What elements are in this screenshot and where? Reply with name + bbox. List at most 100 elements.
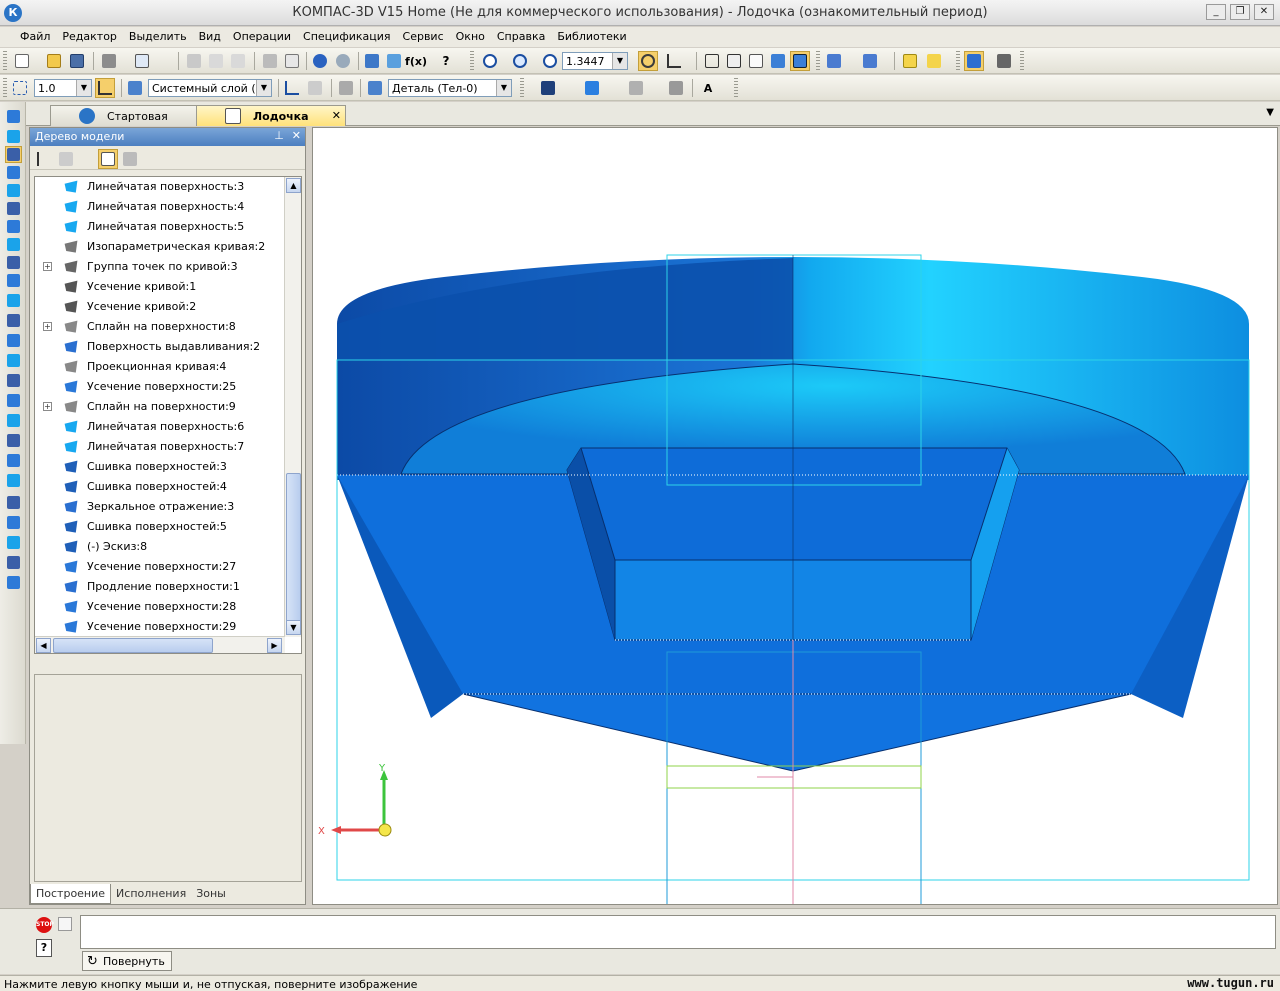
orientation-button[interactable] (664, 51, 684, 71)
menu-item[interactable]: Выделить (123, 27, 193, 47)
variables-button[interactable] (282, 51, 302, 71)
part-field[interactable]: Деталь (Тел-0) ▼ (388, 79, 512, 97)
expand-icon[interactable]: + (43, 262, 52, 271)
restore-button[interactable]: ❐ (1230, 4, 1250, 20)
auto-create-icon[interactable] (58, 917, 72, 931)
scroll-thumb[interactable] (286, 473, 301, 623)
open-document-button[interactable] (44, 51, 64, 71)
patch-button[interactable] (5, 412, 22, 429)
hidden-lines-button[interactable] (724, 51, 744, 71)
chevron-down-icon[interactable]: ▼ (612, 53, 627, 69)
zoom-in-button[interactable] (540, 51, 560, 71)
cube-view-button[interactable] (900, 51, 920, 71)
trim-button[interactable] (5, 472, 22, 489)
help-icon[interactable]: ? (36, 939, 52, 957)
model-view[interactable]: Y X (313, 128, 1278, 905)
layer-button[interactable] (125, 78, 145, 98)
layer-field[interactable]: Системный слой (0) ▼ (148, 79, 272, 97)
surfaces-button[interactable] (5, 146, 22, 163)
elements-button[interactable] (5, 272, 22, 289)
tree-view-button[interactable] (56, 149, 76, 169)
tree-filter-button[interactable] (120, 149, 140, 169)
tab-construction[interactable]: Построение (30, 884, 112, 904)
tree-item[interactable]: Усечение поверхности:25 (35, 377, 285, 397)
ruled-surface-button[interactable] (5, 392, 22, 409)
tree-item[interactable]: Линейчатая поверхность:6 (35, 417, 285, 437)
menu-item[interactable]: Спецификация (297, 27, 396, 47)
options-button[interactable] (994, 51, 1014, 71)
manager-button[interactable] (362, 51, 382, 71)
auxiliary-geometry-button[interactable] (5, 182, 22, 199)
scroll-left-icon[interactable]: ◀ (36, 638, 51, 653)
menu-item[interactable]: Вид (193, 27, 227, 47)
snap-button[interactable] (860, 51, 880, 71)
chevron-down-icon[interactable]: ▼ (256, 80, 271, 96)
copy-button[interactable] (206, 51, 226, 71)
properties-button[interactable] (260, 51, 280, 71)
constraints-button[interactable] (824, 51, 844, 71)
tree-item[interactable]: Зеркальное отражение:3 (35, 497, 285, 517)
horizontal-scrollbar[interactable]: ◀ ▶ (35, 636, 285, 653)
close-icon[interactable]: ✕ (292, 129, 301, 142)
preview-button[interactable] (132, 51, 152, 71)
editing-button[interactable] (5, 218, 22, 235)
menu-item[interactable]: Операции (227, 27, 297, 47)
ortho-button[interactable] (95, 78, 115, 98)
print-button[interactable] (99, 51, 119, 71)
scroll-down-icon[interactable]: ▼ (286, 620, 301, 635)
extend-button[interactable] (5, 452, 22, 469)
part-button[interactable] (365, 78, 385, 98)
properties-panel[interactable] (80, 915, 1276, 949)
menu-item[interactable]: Сервис (397, 27, 450, 47)
tree-item[interactable]: Продление поверхности:1 (35, 577, 285, 597)
grid-step-button[interactable] (10, 78, 30, 98)
save-button[interactable] (67, 51, 87, 71)
shaded-button[interactable] (768, 51, 788, 71)
local-cs-button[interactable] (282, 78, 302, 98)
extrude-button[interactable] (5, 292, 22, 309)
tree-item[interactable]: Линейчатая поверхность:4 (35, 197, 285, 217)
cut-button[interactable] (184, 51, 204, 71)
material-button[interactable] (626, 78, 646, 98)
context-help-button[interactable]: ? (436, 51, 456, 71)
tree-item[interactable]: Линейчатая поверхность:5 (35, 217, 285, 237)
delete-button[interactable] (5, 574, 22, 591)
pin-icon[interactable]: ⊥ (274, 129, 284, 142)
chevron-down-icon[interactable]: ▼ (76, 80, 91, 96)
section-button[interactable] (924, 51, 944, 71)
tree-item[interactable]: Проекционная кривая:4 (35, 357, 285, 377)
menu-item[interactable]: Справка (491, 27, 551, 47)
menu-item[interactable]: Редактор (56, 27, 123, 47)
chevron-down-icon[interactable]: ▼ (496, 80, 511, 96)
rotate-tab[interactable]: ↻ Повернуть (82, 951, 172, 971)
tree-item[interactable]: Усечение кривой:1 (35, 277, 285, 297)
mirror-button[interactable] (5, 494, 22, 511)
text-button[interactable]: A (698, 78, 718, 98)
optics-button[interactable] (582, 78, 602, 98)
menu-item[interactable]: Окно (450, 27, 491, 47)
zoom-all-button[interactable] (510, 51, 530, 71)
arrays-button[interactable] (5, 164, 22, 181)
plane-button[interactable] (5, 534, 22, 551)
expand-icon[interactable]: + (43, 402, 52, 411)
plane-button[interactable] (336, 78, 356, 98)
thin-hidden-lines-button[interactable] (746, 51, 766, 71)
expand-icon[interactable]: + (43, 322, 52, 331)
mcs-button[interactable] (666, 78, 686, 98)
tree-item[interactable]: + Сплайн на поверхности:8 (35, 317, 285, 337)
tree-item[interactable]: Линейчатая поверхность:7 (35, 437, 285, 457)
tree-item[interactable]: Усечение поверхности:27 (35, 557, 285, 577)
zoom-field[interactable]: 1.3447 ▼ (562, 52, 628, 70)
wireframe-button[interactable] (702, 51, 722, 71)
tab-zones[interactable]: Зоны (191, 884, 231, 904)
close-icon[interactable]: ✕ (332, 109, 341, 122)
rotate-button[interactable] (638, 51, 658, 71)
zoom-window-button[interactable] (480, 51, 500, 71)
shaded-edges-button[interactable] (790, 51, 810, 71)
scroll-right-icon[interactable]: ▶ (267, 638, 282, 653)
model-viewport[interactable]: Y X (312, 127, 1278, 905)
tree-item[interactable]: + Сплайн на поверхности:9 (35, 397, 285, 417)
redo-button[interactable] (333, 51, 353, 71)
tree-mode-button[interactable] (98, 149, 118, 169)
tree-structure-button[interactable] (34, 149, 54, 169)
